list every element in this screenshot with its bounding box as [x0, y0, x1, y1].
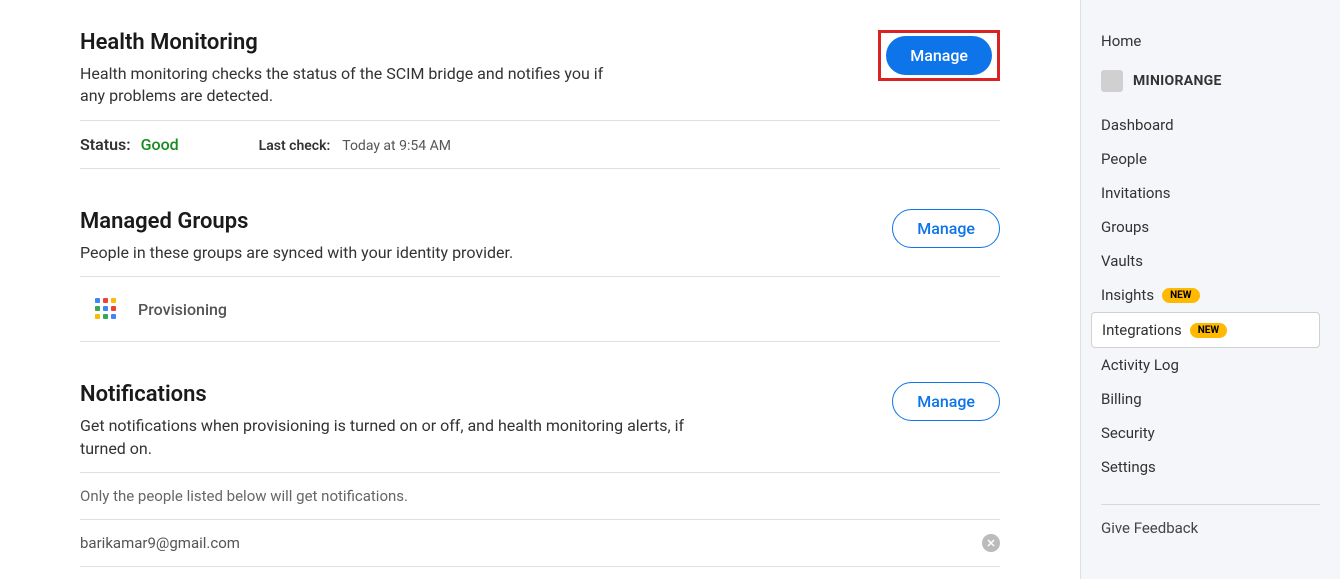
sidebar-item-security[interactable]: Security — [1091, 416, 1320, 450]
managed-groups-section: Managed Groups People in these groups ar… — [80, 209, 1000, 342]
sidebar-item-settings[interactable]: Settings — [1091, 450, 1320, 484]
email-text: barikamar9@gmail.com — [80, 534, 240, 552]
health-desc: Health monitoring checks the status of t… — [80, 63, 620, 108]
health-title: Health Monitoring — [80, 30, 878, 55]
notify-note: Only the people listed below will get no… — [80, 472, 1000, 520]
sidebar-item-billing[interactable]: Billing — [1091, 382, 1320, 416]
sidebar-item-label: People — [1101, 150, 1147, 168]
org-name: MINIORANGE — [1133, 73, 1222, 89]
sidebar-item-label: Billing — [1101, 390, 1142, 408]
org-row[interactable]: MINIORANGE — [1101, 70, 1320, 92]
group-row[interactable]: Provisioning — [80, 276, 1000, 342]
sidebar-home[interactable]: Home — [1101, 30, 1320, 52]
new-badge: NEW — [1162, 288, 1199, 303]
notifications-desc: Get notifications when provisioning is t… — [80, 415, 700, 460]
check-label: Last check: — [259, 138, 331, 154]
check-group: Last check: Today at 9:54 AM — [259, 135, 451, 154]
sidebar-item-label: Dashboard — [1101, 116, 1174, 134]
sidebar-item-label: Activity Log — [1101, 356, 1179, 374]
section-text: Notifications Get notifications when pro… — [80, 382, 892, 460]
main-content: Health Monitoring Health monitoring chec… — [0, 0, 1080, 579]
sidebar-item-people[interactable]: People — [1091, 142, 1320, 176]
health-monitoring-section: Health Monitoring Health monitoring chec… — [80, 30, 1000, 169]
provisioning-icon — [90, 293, 122, 325]
sidebar-item-label: Security — [1101, 424, 1155, 442]
notifications-manage-button[interactable]: Manage — [892, 382, 1000, 421]
notifications-title: Notifications — [80, 382, 892, 407]
sidebar-item-insights[interactable]: Insights NEW — [1091, 278, 1320, 312]
groups-manage-button[interactable]: Manage — [892, 209, 1000, 248]
section-header: Managed Groups People in these groups ar… — [80, 209, 1000, 264]
sidebar-item-dashboard[interactable]: Dashboard — [1091, 108, 1320, 142]
sidebar-item-label: Vaults — [1101, 252, 1143, 270]
new-badge: NEW — [1190, 323, 1227, 338]
sidebar-item-label: Integrations — [1102, 321, 1182, 339]
sidebar-item-invitations[interactable]: Invitations — [1091, 176, 1320, 210]
notify-email-row: barikamar9@gmail.com — [80, 520, 1000, 567]
section-header: Notifications Get notifications when pro… — [80, 382, 1000, 460]
highlight-box: Manage — [878, 30, 1000, 81]
check-value: Today at 9:54 AM — [342, 138, 451, 154]
groups-title: Managed Groups — [80, 209, 892, 234]
give-feedback-link[interactable]: Give Feedback — [1101, 519, 1320, 537]
sidebar-item-label: Insights — [1101, 286, 1154, 304]
notifications-section: Notifications Get notifications when pro… — [80, 382, 1000, 567]
group-name: Provisioning — [138, 300, 227, 319]
sidebar-item-activity-log[interactable]: Activity Log — [1091, 348, 1320, 382]
section-text: Managed Groups People in these groups ar… — [80, 209, 892, 264]
status-value: Good — [141, 135, 179, 154]
org-avatar-icon — [1101, 70, 1123, 92]
sidebar-item-label: Settings — [1101, 458, 1156, 476]
sidebar-item-integrations[interactable]: Integrations NEW — [1091, 312, 1320, 348]
section-text: Health Monitoring Health monitoring chec… — [80, 30, 878, 108]
status-group: Status: Good — [80, 135, 179, 154]
sidebar-item-label: Invitations — [1101, 184, 1170, 202]
sidebar-item-label: Groups — [1101, 218, 1149, 236]
groups-desc: People in these groups are synced with y… — [80, 242, 620, 264]
section-header: Health Monitoring Health monitoring chec… — [80, 30, 1000, 108]
status-label: Status: — [80, 135, 131, 154]
status-row: Status: Good Last check: Today at 9:54 A… — [80, 120, 1000, 169]
sidebar-item-groups[interactable]: Groups — [1091, 210, 1320, 244]
sidebar: Home MINIORANGE Dashboard People Invitat… — [1080, 0, 1340, 579]
sidebar-item-vaults[interactable]: Vaults — [1091, 244, 1320, 278]
sidebar-divider — [1101, 504, 1320, 505]
health-manage-button[interactable]: Manage — [886, 36, 992, 75]
remove-icon[interactable] — [982, 534, 1000, 552]
